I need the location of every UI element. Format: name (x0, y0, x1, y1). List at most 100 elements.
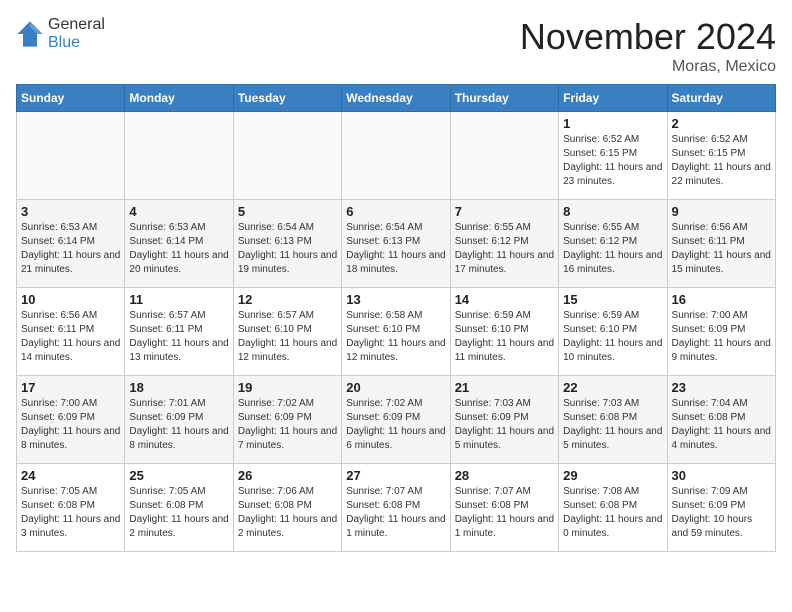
day-number: 4 (129, 204, 228, 219)
cell-info: Sunrise: 7:06 AMSunset: 6:08 PMDaylight:… (238, 485, 337, 541)
calendar-cell: 15 Sunrise: 6:59 AMSunset: 6:10 PMDayligh… (559, 288, 667, 376)
calendar-cell: 28 Sunrise: 7:07 AMSunset: 6:08 PMDayligh… (450, 464, 558, 552)
cell-info: Sunrise: 6:56 AMSunset: 6:11 PMDaylight:… (672, 221, 771, 277)
calendar-cell: 16Sunrise: 7:00 AMSunset: 6:09 PMDayligh… (667, 288, 775, 376)
cell-info: Sunrise: 6:55 AMSunset: 6:12 PMDaylight:… (563, 221, 662, 277)
calendar-week-4: 17Sunrise: 7:00 AMSunset: 6:09 PMDayligh… (17, 376, 776, 464)
calendar-cell: 24 Sunrise: 7:05 AMSunset: 6:08 PMDayligh… (17, 464, 125, 552)
calendar-cell: 10 Sunrise: 6:56 AMSunset: 6:11 PMDayligh… (17, 288, 125, 376)
day-number: 20 (346, 380, 445, 395)
calendar-cell: 19Sunrise: 7:02 AMSunset: 6:09 PMDayligh… (233, 376, 341, 464)
calendar-cell (450, 112, 558, 200)
cell-info: Sunrise: 6:58 AMSunset: 6:10 PMDaylight:… (346, 309, 445, 365)
calendar-cell: 21 Sunrise: 7:03 AMSunset: 6:09 PMDayligh… (450, 376, 558, 464)
weekday-header-monday: Monday (125, 85, 233, 112)
calendar-cell: 13 Sunrise: 6:58 AMSunset: 6:10 PMDayligh… (342, 288, 450, 376)
day-number: 3 (21, 204, 120, 219)
calendar-cell: 30Sunrise: 7:09 AMSunset: 6:09 PMDayligh… (667, 464, 775, 552)
cell-info: Sunrise: 7:05 AMSunset: 6:08 PMDaylight:… (129, 485, 228, 541)
calendar-cell: 2 Sunrise: 6:52 AMSunset: 6:15 PMDaylight… (667, 112, 775, 200)
cell-info: Sunrise: 7:08 AMSunset: 6:08 PMDaylight:… (563, 485, 662, 541)
calendar-cell: 8 Sunrise: 6:55 AMSunset: 6:12 PMDaylight… (559, 200, 667, 288)
calendar-cell: 20 Sunrise: 7:02 AMSunset: 6:09 PMDayligh… (342, 376, 450, 464)
cell-info: Sunrise: 6:53 AMSunset: 6:14 PMDaylight:… (21, 221, 120, 277)
weekday-header-saturday: Saturday (667, 85, 775, 112)
logo-icon (16, 20, 44, 48)
weekday-header-thursday: Thursday (450, 85, 558, 112)
day-number: 22 (563, 380, 662, 395)
calendar-cell: 6Sunrise: 6:54 AMSunset: 6:13 PMDaylight… (342, 200, 450, 288)
calendar-cell: 29Sunrise: 7:08 AMSunset: 6:08 PMDayligh… (559, 464, 667, 552)
cell-info: Sunrise: 6:59 AMSunset: 6:10 PMDaylight:… (563, 309, 662, 365)
day-number: 14 (455, 292, 554, 307)
calendar-cell: 3 Sunrise: 6:53 AMSunset: 6:14 PMDaylight… (17, 200, 125, 288)
calendar-cell (125, 112, 233, 200)
cell-info: Sunrise: 7:03 AMSunset: 6:08 PMDaylight:… (563, 397, 662, 453)
cell-info: Sunrise: 7:01 AMSunset: 6:09 PMDaylight:… (129, 397, 228, 453)
title-block: November 2024 Moras, Mexico (520, 16, 776, 76)
weekday-header-friday: Friday (559, 85, 667, 112)
day-number: 17 (21, 380, 120, 395)
day-number: 9 (672, 204, 771, 219)
calendar-cell: 27 Sunrise: 7:07 AMSunset: 6:08 PMDayligh… (342, 464, 450, 552)
calendar-table: SundayMondayTuesdayWednesdayThursdayFrid… (16, 84, 776, 552)
day-number: 30 (672, 468, 771, 483)
logo: General Blue (16, 16, 105, 51)
calendar-cell (233, 112, 341, 200)
calendar-cell (342, 112, 450, 200)
cell-info: Sunrise: 6:52 AMSunset: 6:15 PMDaylight:… (563, 133, 662, 189)
cell-info: Sunrise: 6:54 AMSunset: 6:13 PMDaylight:… (346, 221, 445, 277)
day-number: 5 (238, 204, 337, 219)
day-number: 27 (346, 468, 445, 483)
calendar-cell: 1 Sunrise: 6:52 AMSunset: 6:15 PMDaylight… (559, 112, 667, 200)
weekday-header-sunday: Sunday (17, 85, 125, 112)
cell-info: Sunrise: 7:05 AMSunset: 6:08 PMDaylight:… (21, 485, 120, 541)
cell-info: Sunrise: 7:02 AMSunset: 6:09 PMDaylight:… (346, 397, 445, 453)
calendar-cell: 18 Sunrise: 7:01 AMSunset: 6:09 PMDayligh… (125, 376, 233, 464)
day-number: 24 (21, 468, 120, 483)
location: Moras, Mexico (520, 58, 776, 76)
day-number: 13 (346, 292, 445, 307)
cell-info: Sunrise: 7:03 AMSunset: 6:09 PMDaylight:… (455, 397, 554, 453)
month-title: November 2024 (520, 16, 776, 58)
day-number: 2 (672, 116, 771, 131)
logo-blue-text: Blue (48, 34, 80, 51)
weekday-header-wednesday: Wednesday (342, 85, 450, 112)
calendar-cell (17, 112, 125, 200)
day-number: 21 (455, 380, 554, 395)
calendar-cell: 11 Sunrise: 6:57 AMSunset: 6:11 PMDayligh… (125, 288, 233, 376)
day-number: 11 (129, 292, 228, 307)
weekday-header-tuesday: Tuesday (233, 85, 341, 112)
cell-info: Sunrise: 6:55 AMSunset: 6:12 PMDaylight:… (455, 221, 554, 277)
day-number: 19 (238, 380, 337, 395)
cell-info: Sunrise: 7:07 AMSunset: 6:08 PMDaylight:… (346, 485, 445, 541)
cell-info: Sunrise: 6:52 AMSunset: 6:15 PMDaylight:… (672, 133, 771, 189)
weekday-header-row: SundayMondayTuesdayWednesdayThursdayFrid… (17, 85, 776, 112)
day-number: 15 (563, 292, 662, 307)
day-number: 16 (672, 292, 771, 307)
cell-info: Sunrise: 6:54 AMSunset: 6:13 PMDaylight:… (238, 221, 337, 277)
calendar-week-1: 1 Sunrise: 6:52 AMSunset: 6:15 PMDaylight… (17, 112, 776, 200)
day-number: 26 (238, 468, 337, 483)
day-number: 1 (563, 116, 662, 131)
calendar-cell: 5 Sunrise: 6:54 AMSunset: 6:13 PMDaylight… (233, 200, 341, 288)
day-number: 28 (455, 468, 554, 483)
cell-info: Sunrise: 7:07 AMSunset: 6:08 PMDaylight:… (455, 485, 554, 541)
day-number: 10 (21, 292, 120, 307)
cell-info: Sunrise: 6:56 AMSunset: 6:11 PMDaylight:… (21, 309, 120, 365)
calendar-week-3: 10 Sunrise: 6:56 AMSunset: 6:11 PMDayligh… (17, 288, 776, 376)
day-number: 7 (455, 204, 554, 219)
day-number: 23 (672, 380, 771, 395)
calendar-week-2: 3 Sunrise: 6:53 AMSunset: 6:14 PMDaylight… (17, 200, 776, 288)
logo-general-text: General (48, 16, 105, 33)
calendar-cell: 22 Sunrise: 7:03 AMSunset: 6:08 PMDayligh… (559, 376, 667, 464)
calendar-cell: 4Sunrise: 6:53 AMSunset: 6:14 PMDaylight… (125, 200, 233, 288)
cell-info: Sunrise: 6:57 AMSunset: 6:11 PMDaylight:… (129, 309, 228, 365)
calendar-cell: 26 Sunrise: 7:06 AMSunset: 6:08 PMDayligh… (233, 464, 341, 552)
cell-info: Sunrise: 6:59 AMSunset: 6:10 PMDaylight:… (455, 309, 554, 365)
cell-info: Sunrise: 7:04 AMSunset: 6:08 PMDaylight:… (672, 397, 771, 453)
calendar-cell: 9 Sunrise: 6:56 AMSunset: 6:11 PMDaylight… (667, 200, 775, 288)
day-number: 18 (129, 380, 228, 395)
day-number: 8 (563, 204, 662, 219)
calendar-week-5: 24 Sunrise: 7:05 AMSunset: 6:08 PMDayligh… (17, 464, 776, 552)
